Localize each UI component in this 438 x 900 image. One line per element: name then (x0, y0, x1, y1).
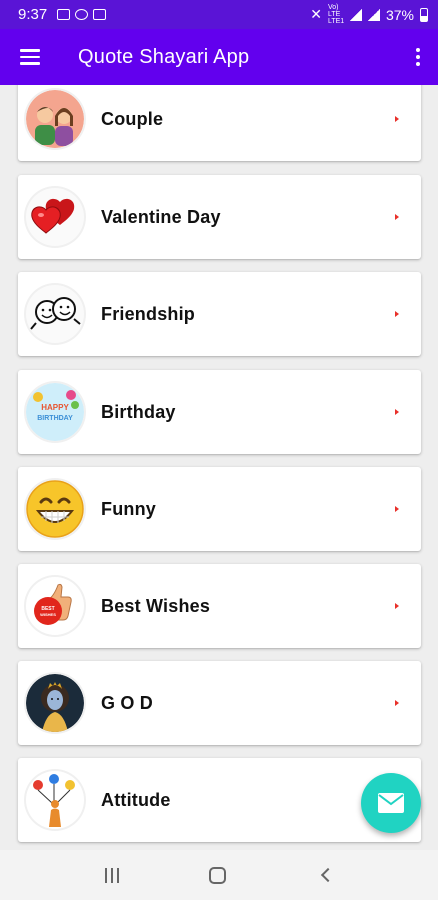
battery-percent: 37% (385, 6, 414, 23)
svg-text:WISHES: WISHES (40, 612, 56, 617)
whatsapp-icon (75, 9, 89, 20)
category-list[interactable]: Couple Valentine Day Friendship HAPPY BI… (0, 85, 438, 850)
system-nav-bar (0, 850, 438, 900)
status-time: 9:37 (18, 6, 48, 23)
category-label: Birthday (101, 401, 176, 422)
overflow-menu-icon[interactable] (398, 29, 438, 85)
category-card-funny[interactable]: Funny (18, 467, 421, 551)
back-button[interactable] (320, 867, 335, 883)
hamburger-menu-icon[interactable] (0, 29, 60, 85)
category-label: Friendship (101, 303, 196, 324)
category-label: Funny (101, 498, 156, 519)
category-card-best-wishes[interactable]: BEST WISHES Best Wishes (18, 564, 421, 648)
category-label: Best Wishes (101, 595, 211, 616)
couple-icon (26, 90, 84, 148)
mail-notification-icon (93, 9, 107, 20)
category-card-birthday[interactable]: HAPPY BIRTHDAY Birthday (18, 370, 421, 454)
app-bar: Quote Shayari App (0, 29, 438, 85)
birthday-text-happy: HAPPY (41, 403, 69, 412)
chevron-right-icon (395, 311, 399, 317)
status-bar: 9:37 ✕ Vo) LTE LTE1 37% (0, 0, 438, 29)
home-button[interactable] (209, 866, 227, 884)
category-label: Valentine Day (101, 206, 221, 227)
svg-text:BIRTHDAY: BIRTHDAY (37, 415, 73, 422)
mute-icon: ✕ (310, 6, 322, 22)
friendship-icon (26, 285, 84, 343)
network-label: Vo) LTE LTE1 (327, 4, 345, 25)
notification-icons (57, 9, 107, 20)
hearts-icon (26, 188, 84, 246)
signal-icon-2 (367, 8, 380, 21)
chevron-right-icon (395, 506, 399, 512)
chevron-right-icon (395, 409, 399, 415)
battery-icon (420, 7, 428, 22)
signal-icon (349, 8, 362, 21)
mail-icon (378, 793, 404, 813)
system-icons: ✕ Vo) LTE LTE1 37% (310, 4, 428, 25)
chevron-right-icon (395, 214, 399, 220)
attitude-icon (26, 771, 84, 829)
category-card-valentine-day[interactable]: Valentine Day (18, 175, 421, 259)
category-card-friendship[interactable]: Friendship (18, 272, 421, 356)
category-card-couple[interactable]: Couple (18, 85, 421, 161)
app-title: Quote Shayari App (78, 45, 250, 68)
category-label: Attitude (101, 789, 171, 810)
chevron-right-icon (395, 116, 399, 122)
category-label: G O D (101, 692, 154, 713)
category-label: Couple (101, 108, 164, 129)
chevron-right-icon (395, 700, 399, 706)
compose-mail-button[interactable] (361, 773, 421, 833)
thumbs-up-icon: BEST WISHES (26, 577, 84, 635)
gallery-icon (57, 9, 71, 20)
category-card-god[interactable]: G O D (18, 661, 421, 745)
god-icon (26, 674, 84, 732)
chevron-right-icon (395, 603, 399, 609)
smiley-icon (26, 480, 84, 538)
birthday-icon: HAPPY BIRTHDAY (26, 383, 84, 441)
recents-button[interactable] (105, 867, 120, 883)
